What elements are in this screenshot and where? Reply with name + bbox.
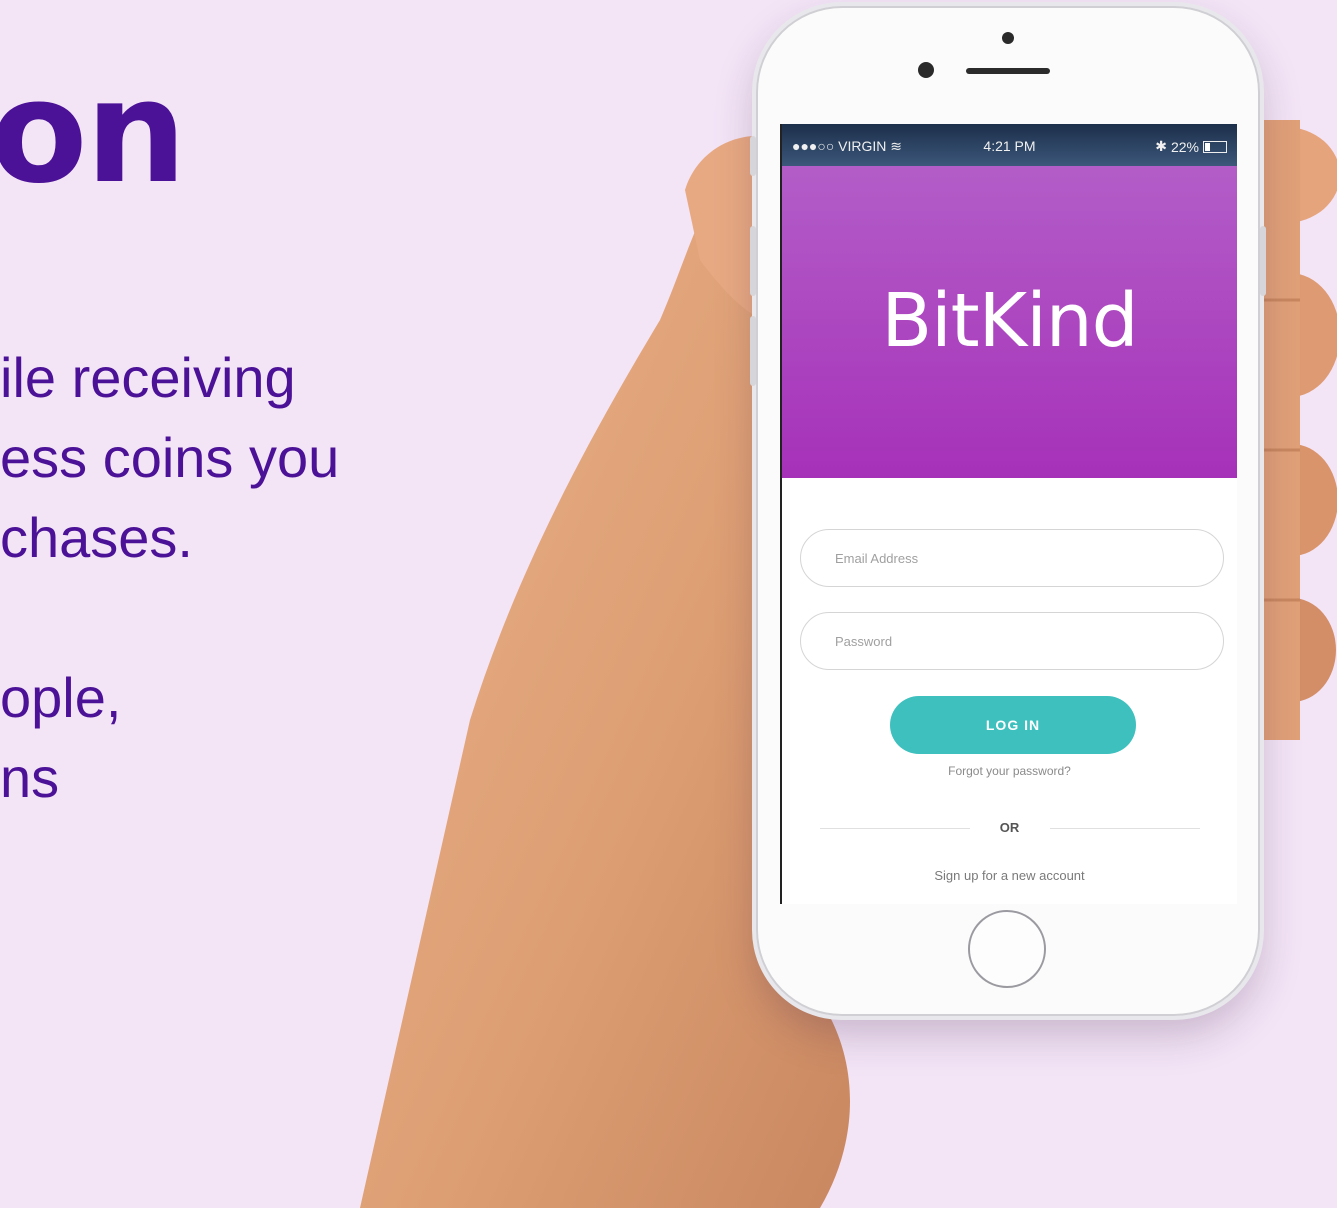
volume-up-button xyxy=(750,226,756,296)
bluetooth-icon: ✱ xyxy=(1155,138,1167,154)
phone-screen: ●●●○○ VIRGIN ≋ 4:21 PM ✱ 22% BitKind LOG… xyxy=(780,124,1237,904)
battery-percent: 22% xyxy=(1170,138,1199,155)
app-logo-text: BitKind xyxy=(881,278,1138,364)
phone-mockup: ●●●○○ VIRGIN ≋ 4:21 PM ✱ 22% BitKind LOG… xyxy=(750,6,1266,1016)
battery-status: ✱ 22% xyxy=(1155,138,1227,155)
password-field[interactable] xyxy=(800,612,1224,670)
volume-down-button xyxy=(750,316,756,386)
signup-link[interactable]: Sign up for a new account xyxy=(782,868,1237,883)
front-camera xyxy=(918,62,934,78)
login-button[interactable]: LOG IN xyxy=(890,696,1136,754)
forgot-password-link[interactable]: Forgot your password? xyxy=(782,764,1237,778)
proximity-sensor xyxy=(1002,32,1014,44)
email-field[interactable] xyxy=(800,529,1224,587)
battery-icon xyxy=(1203,140,1227,153)
earpiece-speaker xyxy=(966,68,1050,74)
power-button xyxy=(1260,226,1266,296)
divider-right xyxy=(1050,828,1200,829)
home-button[interactable] xyxy=(968,910,1046,988)
mute-switch xyxy=(750,136,756,176)
status-bar: ●●●○○ VIRGIN ≋ 4:21 PM ✱ 22% xyxy=(782,124,1237,166)
app-header: BitKind xyxy=(782,166,1237,478)
